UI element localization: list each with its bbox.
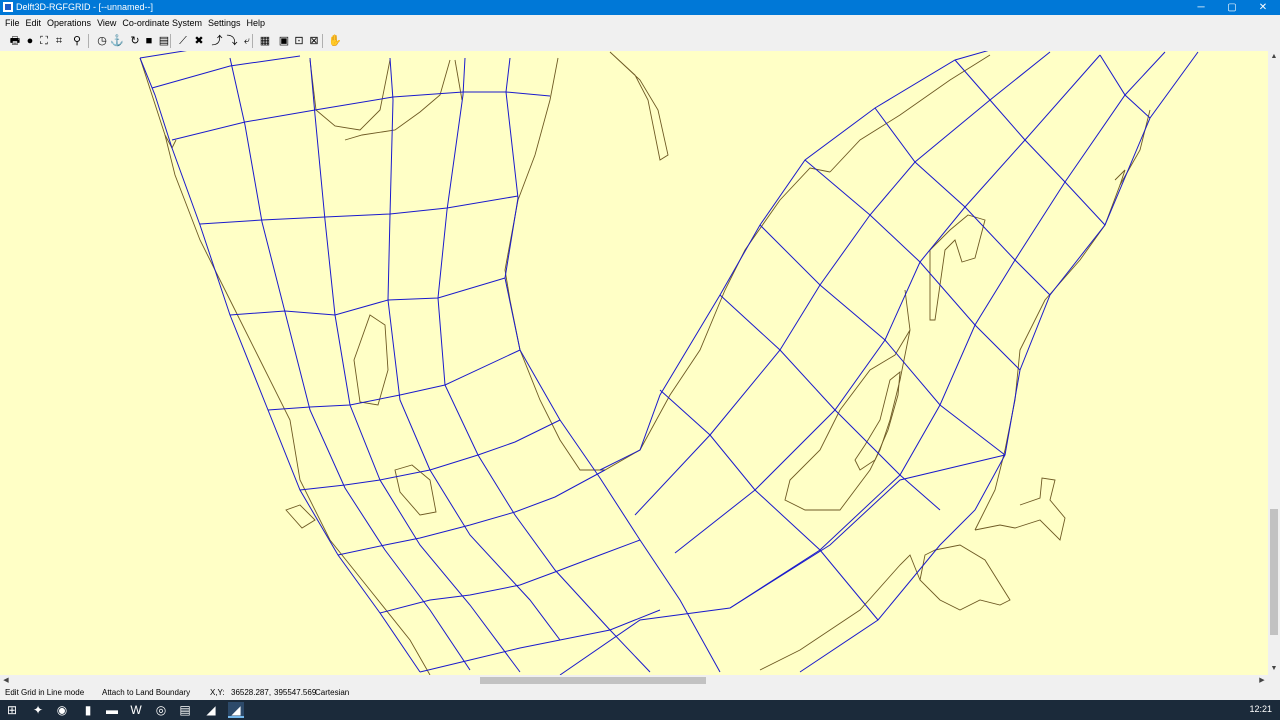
word-icon[interactable]: W [128,702,144,718]
list-icon[interactable]: ▤ [157,34,171,48]
scroll-up-arrow-icon[interactable]: ▲ [1268,51,1280,63]
land-boundary [139,51,1151,675]
status-bar: Edit Grid in Line mode Attach to Land Bo… [0,686,1280,700]
grid-canvas[interactable] [0,51,1268,675]
menu-edit[interactable]: Edit [23,15,45,31]
toolbar-separator [88,34,89,48]
toolbar-separator [252,34,253,48]
globe-icon[interactable]: ● [23,34,37,48]
taskbar: 12:21 ⊞ ✦ ◉ ▮ ▬ W ◎ ▤ ◢ ◢ [0,700,1280,720]
grid-delete-icon[interactable]: ⊠ [307,34,321,48]
status-xy-label: X,Y: [210,688,225,697]
app-circle-icon[interactable]: ◎ [153,702,169,718]
curvilinear-grid [139,51,1199,675]
spline-icon[interactable]: ⟋ [176,34,190,48]
grid-properties-icon[interactable]: ▣ [277,34,291,48]
menu-file[interactable]: File [2,15,23,31]
status-mode: Edit Grid in Line mode [5,688,85,697]
block-icon[interactable]: ■ [142,34,156,48]
status-attach: Attach to Land Boundary [102,688,191,697]
status-y-value: 395547.569 [274,688,317,697]
delft3d-icon[interactable]: ◢ [203,702,219,718]
menu-coordinate-system[interactable]: Co-ordinate System [119,15,205,31]
vertical-scrollbar[interactable]: ▲ ▼ [1268,51,1280,675]
menu-view[interactable]: View [94,15,119,31]
start-icon[interactable]: ⊞ [4,702,20,718]
refresh-icon[interactable]: ↻ [128,34,142,48]
maximize-button[interactable]: ▢ [1215,0,1249,15]
notes-icon[interactable]: ▮ [80,702,96,718]
scroll-left-arrow-icon[interactable]: ◀ [0,675,12,686]
title-bar: Delft3D-RGFGRID - [--unnamed--] ─ ▢ ✕ [0,0,1280,15]
toolbar-separator [170,34,171,48]
toolbar-separator [322,34,323,48]
toolbar: 🖶 ● ⛶ ⌗ ⚲ ◷ ⚓ ↻ ■ ▤ ⟋ ✖ ⤴ ⤵ ⤶ ▦ ▣ ⊡ ⊠ ✋ [0,31,1280,52]
insert-point-icon[interactable]: ⤴ [210,34,224,48]
zoom-fit-icon[interactable]: ⛶ [37,34,51,48]
notepad-icon[interactable]: ▤ [177,702,193,718]
help-icon[interactable]: ✋ [328,34,342,48]
print-icon[interactable]: 🖶 [8,34,22,48]
anchor-icon[interactable]: ⚓ [110,34,124,48]
taskbar-clock[interactable]: 12:21 [1249,704,1272,714]
menu-help[interactable]: Help [244,15,269,31]
vertical-scroll-thumb[interactable] [1270,509,1278,635]
app-icon [3,2,13,12]
close-button[interactable]: ✕ [1246,0,1280,15]
scroll-down-arrow-icon[interactable]: ▼ [1268,663,1280,675]
menu-operations[interactable]: Operations [44,15,94,31]
chrome-icon[interactable]: ◉ [54,702,70,718]
horizontal-scroll-thumb[interactable] [480,677,706,684]
status-x-value: 36528.287, [231,688,272,697]
minimize-button[interactable]: ─ [1184,0,1218,15]
status-coord-system: Cartesian [315,688,350,697]
move-point-icon[interactable]: ⤵ [225,34,239,48]
acrobat-icon[interactable]: ✦ [30,702,46,718]
explorer-icon[interactable]: ▬ [104,702,120,718]
rgfgrid-icon[interactable]: ◢ [228,702,244,718]
clock-icon[interactable]: ◷ [95,34,109,48]
zoom-box-icon[interactable]: ⌗ [52,34,66,48]
window-title: Delft3D-RGFGRID - [--unnamed--] [16,2,154,12]
grid-zoom-icon[interactable]: ⊡ [292,34,306,48]
menu-settings[interactable]: Settings [205,15,244,31]
grid-drawing[interactable] [0,51,1268,675]
menu-bar: File Edit Operations View Co-ordinate System… [0,15,1280,31]
grid-icon[interactable]: ▦ [258,34,272,48]
scroll-right-arrow-icon[interactable]: ▶ [1256,675,1268,686]
horizontal-scrollbar[interactable]: ◀ ▶ [0,675,1268,686]
delete-spline-icon[interactable]: ✖ [192,34,206,48]
zoom-magnifier-icon[interactable]: ⚲ [70,34,84,48]
